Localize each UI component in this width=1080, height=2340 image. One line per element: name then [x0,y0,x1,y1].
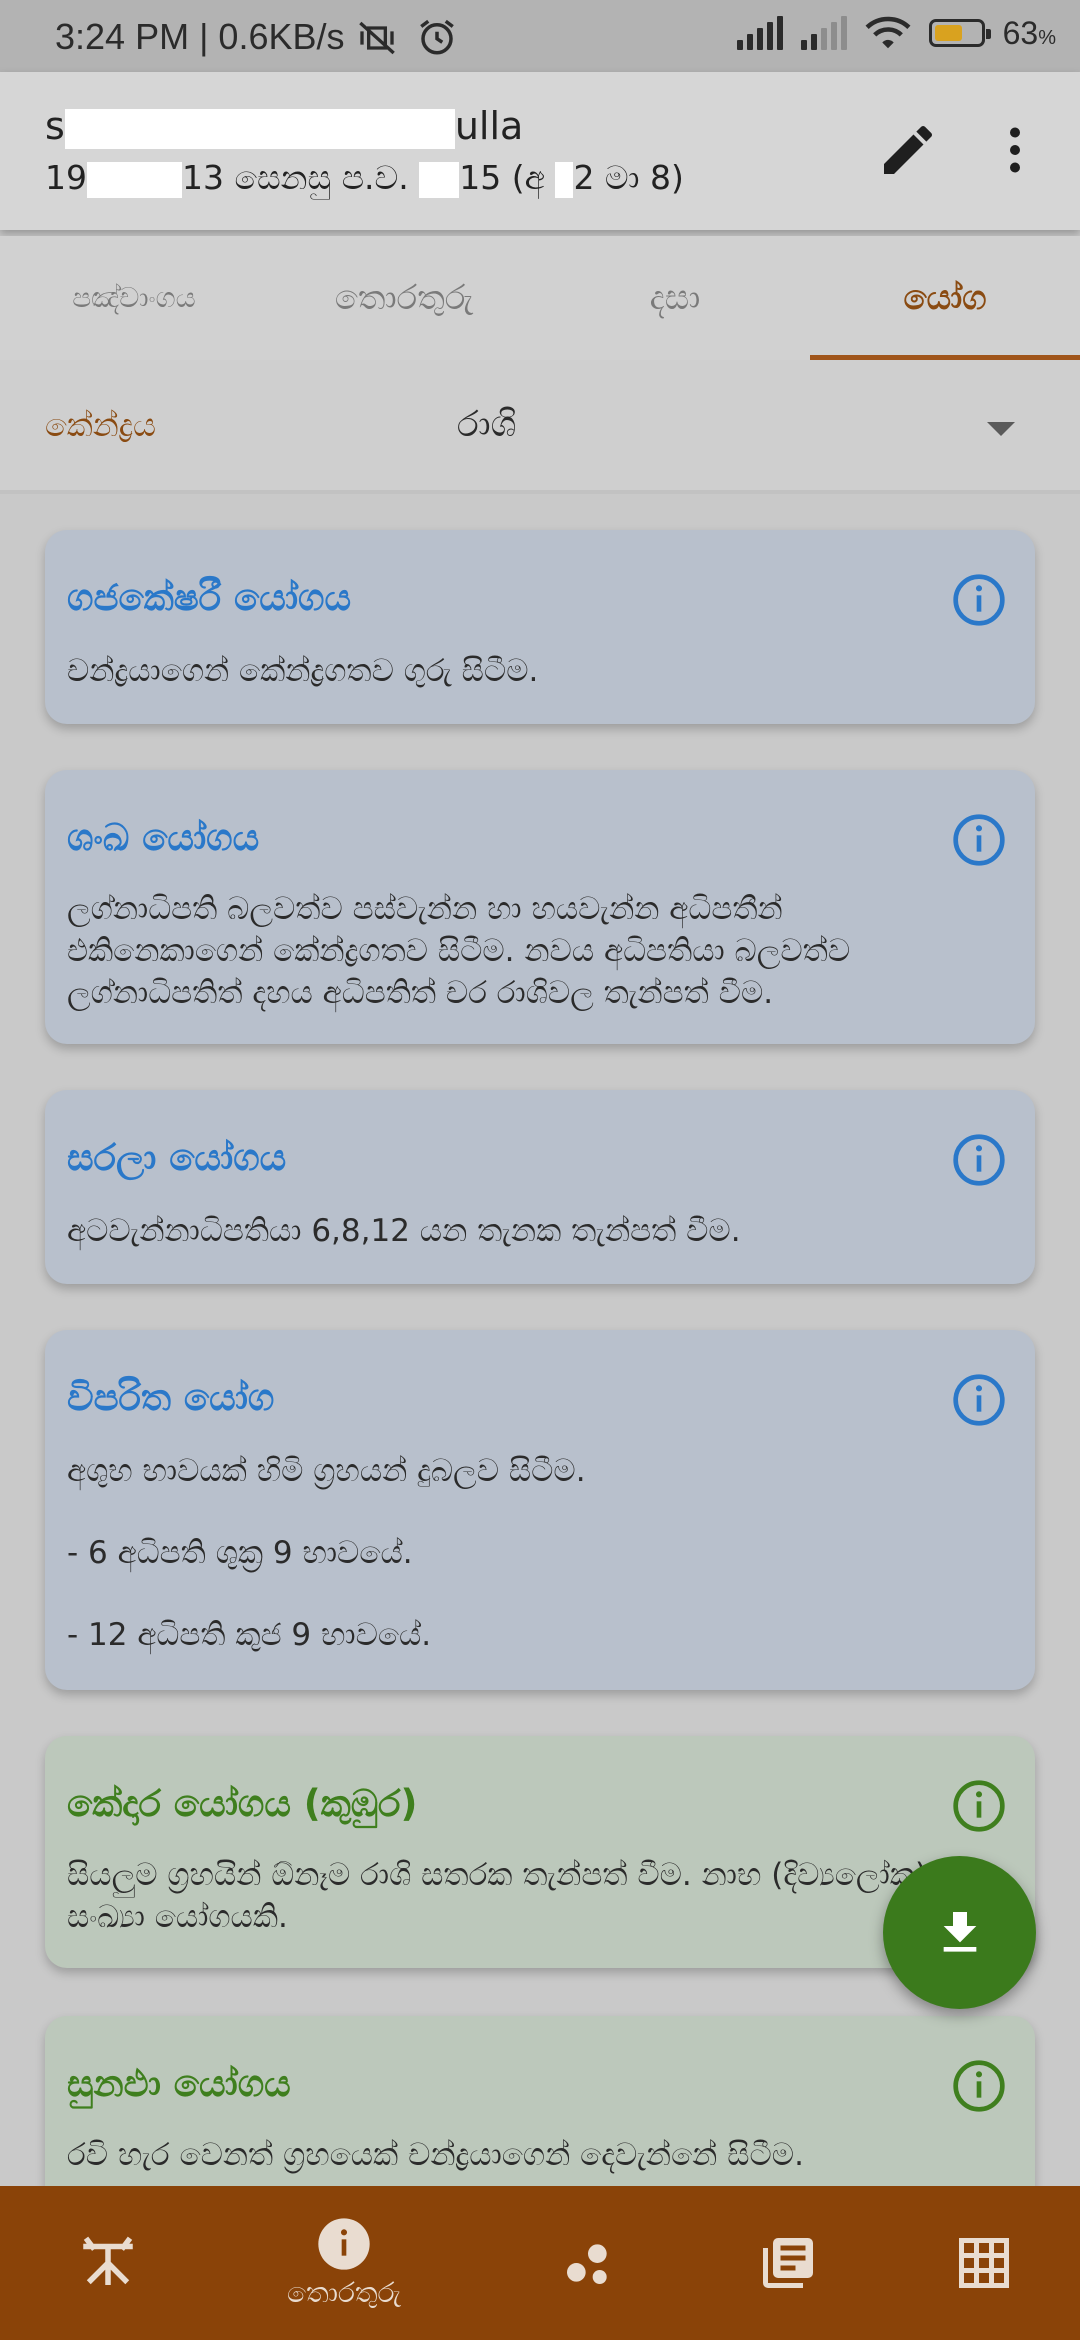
info-icon [318,2218,370,2270]
nav-label: තොරතුරු [286,2276,402,2309]
wifi-icon [865,16,911,49]
bottom-navigation: තොරතුරු [0,2186,1080,2340]
battery-percent: 63% [1002,14,1056,51]
info-icon[interactable] [951,2058,1007,2114]
yoga-card: සරලා යෝගය අටවැන්නාධිපතියා 6,8,12 යන තැනක… [45,1090,1035,1284]
info-icon[interactable] [951,1372,1007,1428]
yoga-description: සියලුම ග්‍රහයින් ඕනෑම රාශි සතරක තැන්පත් … [67,1857,949,1935]
yoga-description: අශුභ භාවයක් හිමි ග්‍රහයන් දුබලව සිටීම. -… [67,1453,586,1653]
tab-details[interactable]: තොරතුරු [268,236,540,360]
download-fab[interactable] [883,1856,1036,2009]
signal-icon [736,16,783,50]
edit-button[interactable] [876,118,940,182]
status-bar: 3:24 PM | 0.6KB/s 63% [0,0,1080,72]
signal-weak-icon [800,16,847,50]
yoga-description: චන්ද්‍රයාගෙන් කේන්ද්‍රගතව ගුරු සිටීම. [67,653,539,689]
planets-icon [567,2244,607,2284]
tab-bar: පඤ්චාංගය තොරතුරු දසා යෝග [0,236,1080,360]
selector-value: රාශි [457,404,517,445]
nav-library[interactable] [680,2186,896,2340]
redacted-block [419,161,460,198]
nav-grid[interactable] [876,2186,1080,2340]
yoga-title: සුනඵා යෝගය [67,2062,291,2105]
alarm-icon [420,19,454,55]
grid-icon [959,2238,1009,2288]
yoga-title: ශංඛ යෝගය [67,816,260,859]
yoga-card: විපරිත යෝග අශුභ භාවයක් හිමි ග්‍රහයන් දුබ… [45,1330,1035,1690]
library-books-icon [763,2238,813,2288]
yoga-card: ශංඛ යෝගය ලග්නාධිපති බලවත්ව පස්වැන්න හා හ… [45,770,1035,1044]
yoga-description: අටවැන්නාධිපතියා 6,8,12 යන තැනක තැන්පත් ව… [67,1213,741,1249]
more-vert-icon [1010,127,1020,173]
yoga-title: ගජකේෂරී යෝගය [67,576,352,619]
chart-star-icon [83,2236,133,2285]
tab-dasa[interactable]: දසා [540,236,810,360]
battery-icon [928,19,991,47]
mute-vibrate-icon [359,21,395,55]
info-icon[interactable] [951,1132,1007,1188]
yoga-description: ලග්නාධිපති බලවත්ව පස්වැන්න හා හයවැන්න අධ… [67,891,851,1011]
yoga-card: ගජකේෂරී යෝගය චන්ද්‍රයාගෙන් කේන්ද්‍රගතව ග… [45,530,1035,724]
nav-planets[interactable] [480,2186,696,2340]
info-icon[interactable] [951,812,1007,868]
app-bar: s ulla 19 13 සෙනසු ප.ව. 15 (අ 2 මා 8) [0,72,1080,230]
redacted-block [87,161,182,198]
redacted-block [555,161,574,198]
info-icon[interactable] [951,1778,1007,1834]
yoga-description: රවි හැර වෙනත් ග්‍රහයෙක් චන්ද්‍රයාගෙන් දෙ… [67,2137,804,2173]
nav-chart[interactable] [0,2186,216,2340]
nav-details[interactable]: තොරතුරු [236,2186,452,2340]
redacted-block [64,108,455,149]
dropdown-arrow-icon[interactable] [987,422,1015,436]
selector-label: කේන්ද්‍රය [45,406,156,444]
yoga-title: කේදාර යෝගය (කුඹුර) [67,1782,418,1825]
yoga-title: විපරිත යෝග [67,1376,275,1419]
more-options-button[interactable] [985,118,1045,182]
download-icon [943,1911,976,1952]
yoga-title: සරලා යෝගය [67,1136,287,1179]
edit-icon [884,125,933,174]
chart-birth-details: 19 13 සෙනසු ප.ව. 15 (අ 2 මා 8) [45,158,684,198]
status-time: 3:24 PM | 0.6KB/s [55,16,345,57]
tab-yoga[interactable]: යෝග [810,236,1080,360]
info-icon[interactable] [951,572,1007,628]
chart-owner-name: s ulla [45,104,524,149]
chart-type-selector[interactable]: කේන්ද්‍රය රාශි [0,360,1080,494]
tab-panchanga[interactable]: පඤ්චාංගය [0,236,268,360]
